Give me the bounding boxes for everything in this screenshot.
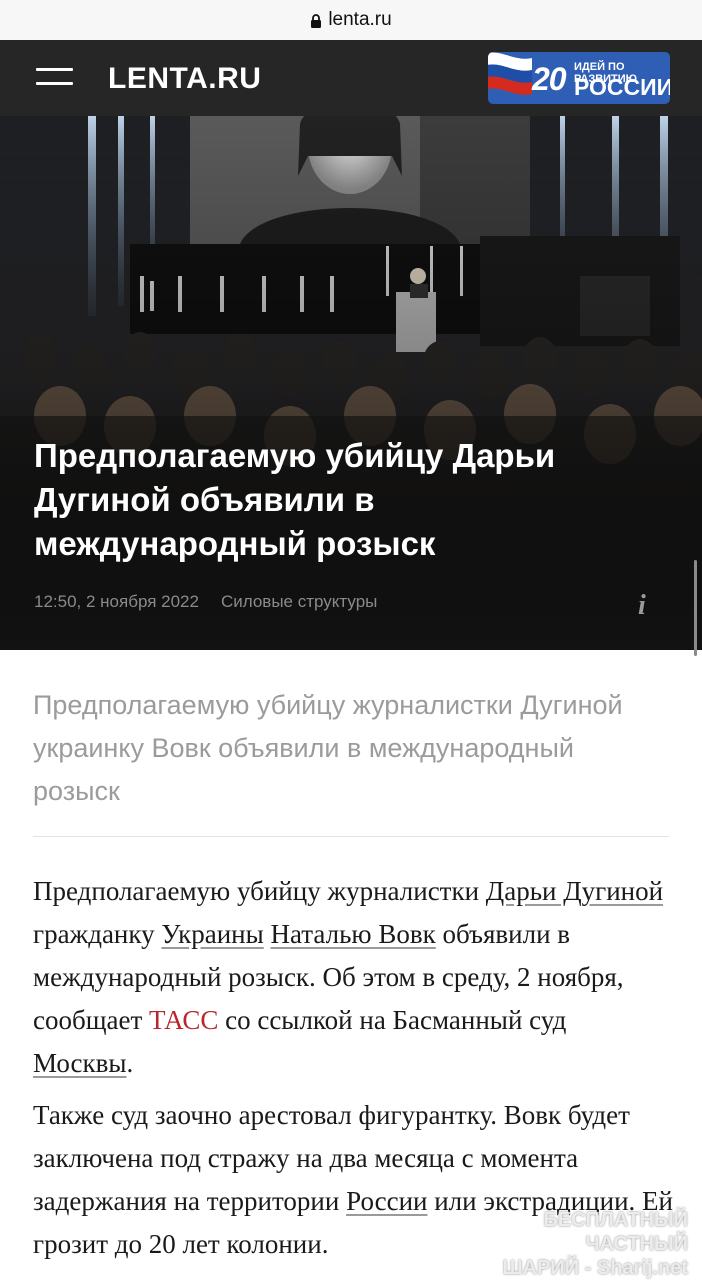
link-ukraine[interactable]: Украины [161, 919, 263, 949]
text [264, 919, 271, 949]
link-darya-dugina[interactable]: Дарьи Дугиной [486, 876, 663, 906]
text: со ссылкой на Басманный суд [218, 1005, 567, 1035]
article-time: 12:50, 2 ноября 2022 [34, 592, 199, 611]
text: Предполагаемую убийцу журналистки [33, 876, 486, 906]
scrollbar-thumb[interactable] [694, 560, 697, 656]
article-rubric[interactable]: Силовые структуры [221, 592, 377, 612]
url-text: lenta.ru [328, 9, 392, 30]
info-icon[interactable]: i [638, 590, 646, 622]
browser-url-bar[interactable]: lenta.ru [0, 0, 702, 40]
watermark-line2: ШАРИЙ - Sharij.net [502, 1257, 688, 1279]
link-russia[interactable]: России [346, 1186, 427, 1216]
promo-banner[interactable]: 20 ИДЕЙ ПО РАЗВИТИЮ РОССИИ [488, 52, 670, 104]
text: . [126, 1048, 134, 1078]
text: гражданку [33, 919, 162, 949]
divider [33, 836, 669, 837]
promo-line2: РОССИИ [574, 74, 670, 100]
article-lead: Предполагаемую убийцу журналистки Дугино… [33, 690, 623, 806]
hero-photo [0, 116, 702, 650]
link-tass[interactable]: ТАСС [149, 1005, 218, 1035]
promo-number: 20 [532, 61, 567, 97]
link-natalya-vovk[interactable]: Наталью Вовк [271, 919, 436, 949]
site-header: LENTA.RU 20 ИДЕЙ ПО РАЗВИТИЮ РОССИИ [0, 40, 702, 116]
article-title: Предполагаемую убийцу Дарьи Дугиной объя… [34, 437, 556, 562]
site-logo[interactable]: LENTA.RU [108, 62, 261, 96]
watermark: БЕСПЛАТНЫЙ ЧАСТНЫЙ ШАРИЙ - Sharij.net [452, 1208, 688, 1280]
hero-section: Предполагаемую убийцу Дарьи Дугиной объя… [0, 116, 702, 650]
watermark-line1: БЕСПЛАТНЫЙ ЧАСТНЫЙ [543, 1209, 688, 1255]
link-moscow[interactable]: Москвы [33, 1048, 127, 1078]
menu-icon[interactable] [36, 68, 73, 88]
lock-icon [311, 14, 322, 28]
article-paragraph-1: Предполагаемую убийцу журналистки Дарьи … [33, 870, 673, 1085]
article-meta: 12:50, 2 ноября 2022 Силовые структуры [34, 592, 377, 612]
